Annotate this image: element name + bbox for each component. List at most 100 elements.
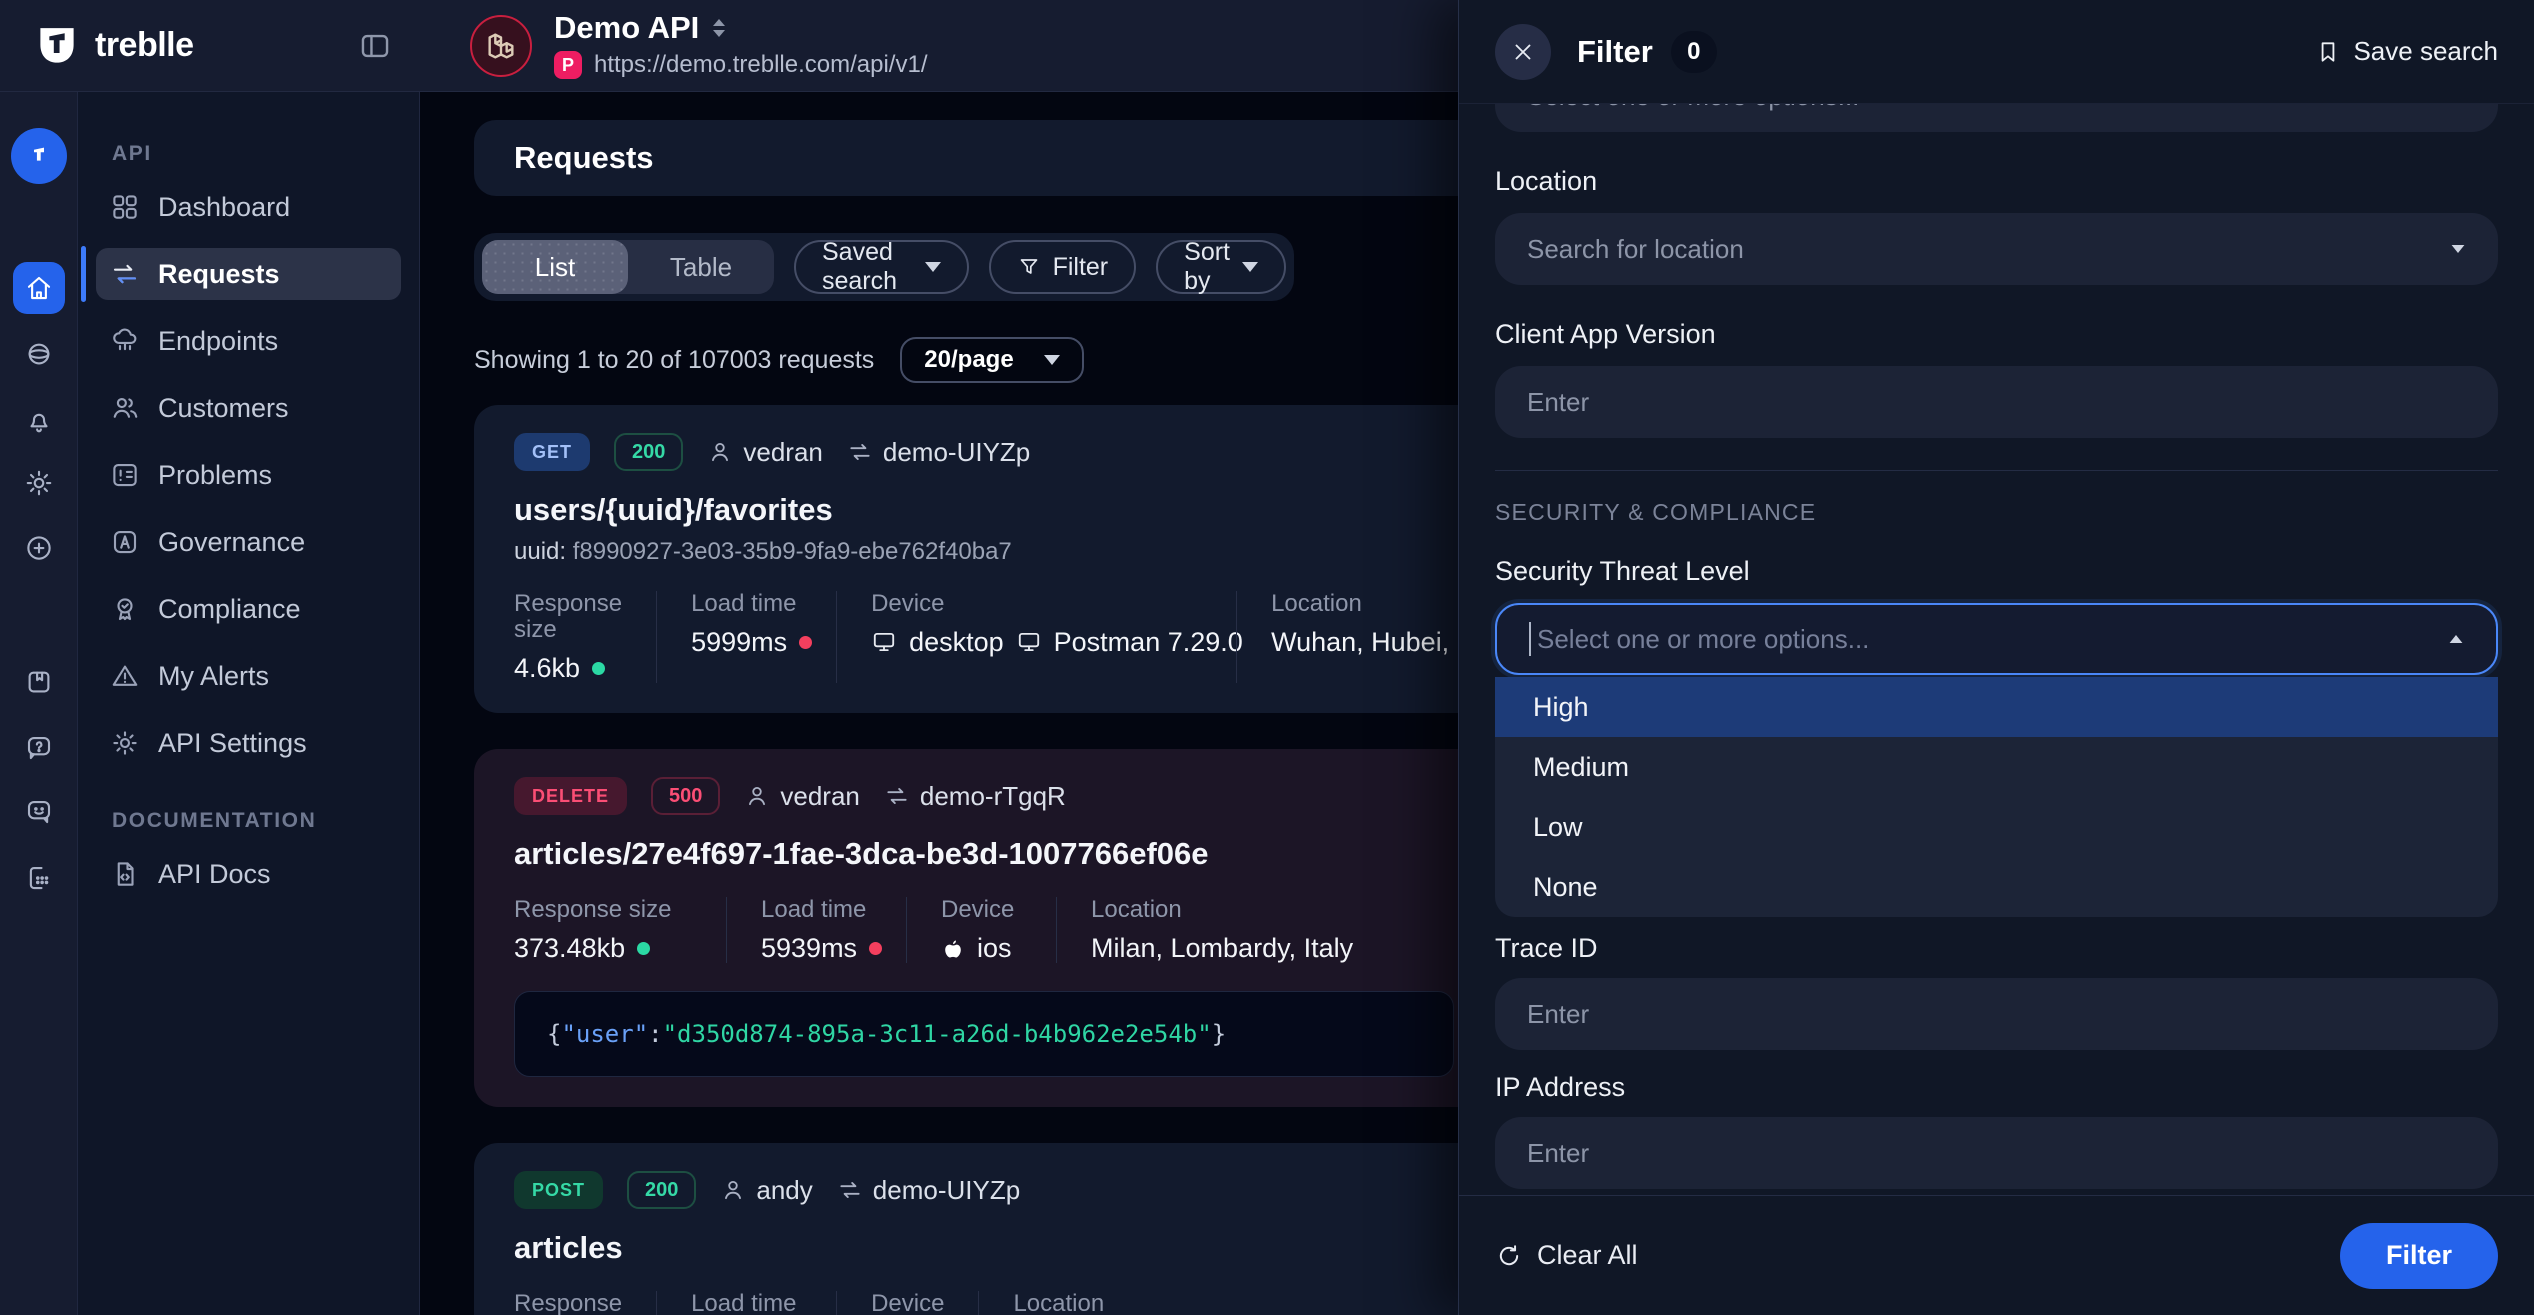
requests-arrows-icon [110, 259, 140, 289]
request-body-preview: {"user":"d350d874-895a-3c11-a26d-b4b962e… [514, 991, 1454, 1077]
customers-people-icon [110, 393, 140, 423]
filter-count-badge: 0 [1671, 31, 1717, 73]
api-switcher-icon[interactable] [713, 19, 725, 37]
save-search-button[interactable]: Save search [2315, 36, 2498, 67]
sidebar-item-compliance[interactable]: Compliance [96, 583, 401, 635]
filter-panel-footer: Clear All Filter [1459, 1195, 2534, 1315]
request-card[interactable]: POST 200 andy demo-UIYZp articles Respon… [474, 1143, 1494, 1315]
request-api: demo-UIYZp [837, 1175, 1020, 1206]
sidebar-item-label: Governance [158, 527, 305, 558]
method-badge: GET [514, 433, 590, 471]
security-threat-level-label: Security Threat Level [1495, 556, 2498, 587]
sidebar-item-label: API Settings [158, 728, 307, 759]
dashboard-grid-icon [110, 192, 140, 222]
request-path: articles/27e4f697-1fae-3dca-be3d-1007766… [514, 837, 1454, 871]
swap-arrows-icon [847, 439, 873, 465]
sidebar-item-governance[interactable]: Governance [96, 516, 401, 568]
bookmarks-icon[interactable] [24, 667, 54, 697]
endpoints-cloud-icon [110, 326, 140, 356]
view-toggle-table[interactable]: Table [628, 240, 774, 294]
request-api: demo-rTgqR [884, 781, 1066, 812]
api-docs-icon [110, 859, 140, 889]
integrations-device-icon[interactable] [24, 863, 54, 893]
treblle-logo-icon [34, 23, 80, 69]
per-page-select[interactable]: 20/page [900, 337, 1083, 383]
stat-device: Device desktop Postman 7.29.0 [836, 591, 1236, 683]
brand: treblle [0, 0, 420, 91]
filter-panel: Filter 0 Save search Select one or more … [1458, 0, 2534, 1315]
page-title-card: Requests [474, 120, 1494, 196]
sidebar-item-label: Problems [158, 460, 272, 491]
api-title[interactable]: Demo API [554, 12, 699, 43]
security-threat-level-select[interactable]: Select one or more options... [1495, 603, 2498, 675]
sidebar-item-my-alerts[interactable]: My Alerts [96, 650, 401, 702]
stat-load-time: Load time 5999ms [656, 591, 836, 683]
dropdown-option-none[interactable]: None [1495, 857, 2498, 917]
sidebar-item-api-settings[interactable]: API Settings [96, 717, 401, 769]
request-user: andy [720, 1175, 812, 1206]
trace-id-input[interactable] [1495, 978, 2498, 1050]
method-badge: POST [514, 1171, 603, 1209]
status-badge: 200 [627, 1171, 696, 1209]
sidebar-item-requests[interactable]: Requests [96, 248, 401, 300]
settings-gear-icon[interactable] [24, 468, 54, 498]
sidebar-item-endpoints[interactable]: Endpoints [96, 315, 401, 367]
status-badge: 200 [614, 433, 683, 471]
home-icon[interactable] [13, 262, 65, 314]
stat-load-time: Load time 5879ms [656, 1291, 836, 1315]
client-app-version-input[interactable] [1495, 366, 2498, 438]
sidebar-item-problems[interactable]: Problems [96, 449, 401, 501]
stat-response-size: Response size 4.6kb [514, 591, 656, 683]
monitor-icon [1016, 629, 1042, 655]
filter-panel-title: Filter [1577, 34, 1653, 70]
feedback-smiley-icon[interactable] [24, 797, 54, 827]
status-dot-red [869, 942, 882, 955]
saved-search-button[interactable]: Saved search [794, 240, 969, 294]
threat-level-dropdown-menu: High Medium Low None [1495, 677, 2498, 917]
nav-section-documentation: DOCUMENTATION [112, 809, 401, 833]
request-card[interactable]: DELETE 500 vedran demo-rTgqR articles/27… [474, 749, 1494, 1107]
status-dot-green [637, 942, 650, 955]
sidebar-collapse-icon[interactable] [358, 29, 392, 63]
sidebar-item-customers[interactable]: Customers [96, 382, 401, 434]
notifications-bell-icon[interactable] [24, 405, 54, 435]
filter-panel-header: Filter 0 Save search [1459, 0, 2534, 104]
brand-name: treblle [95, 26, 194, 65]
icon-rail [0, 92, 78, 1315]
request-card[interactable]: GET 200 vedran demo-UIYZp users/{uuid}/f… [474, 405, 1494, 713]
ip-address-input[interactable] [1495, 1117, 2498, 1189]
toolbar: List Table Saved search Filter Sort by [474, 233, 1294, 301]
request-path: articles [514, 1231, 1454, 1265]
scrolled-select[interactable]: Select one or more options... [1495, 104, 2498, 132]
dropdown-option-medium[interactable]: Medium [1495, 737, 2498, 797]
apply-filter-button[interactable]: Filter [2340, 1223, 2498, 1289]
sidebar-item-api-docs[interactable]: API Docs [96, 848, 401, 900]
workspace-logo-icon[interactable] [11, 128, 67, 184]
stat-load-time: Load time 5939ms [726, 897, 906, 963]
client-app-version-label: Client App Version [1495, 319, 2498, 350]
view-toggle-list[interactable]: List [482, 240, 628, 294]
user-icon [744, 783, 770, 809]
sidebar-item-dashboard[interactable]: Dashboard [96, 181, 401, 233]
laravel-avatar-icon [470, 15, 532, 77]
api-hub-icon[interactable] [24, 339, 54, 369]
filter-button[interactable]: Filter [989, 240, 1137, 294]
problems-list-icon [110, 460, 140, 490]
chevron-up-icon [2450, 635, 2463, 643]
close-icon[interactable] [1495, 24, 1551, 80]
add-plus-icon[interactable] [24, 533, 54, 563]
chevron-down-icon [2452, 245, 2465, 253]
app-root: treblle Demo API [0, 0, 2534, 1315]
dropdown-option-high[interactable]: High [1495, 677, 2498, 737]
status-dot-green [592, 662, 605, 675]
dropdown-option-low[interactable]: Low [1495, 797, 2498, 857]
location-select[interactable]: Search for location [1495, 213, 2498, 285]
help-icon[interactable] [24, 733, 54, 763]
trace-id-label: Trace ID [1495, 933, 2498, 964]
api-base-url: https://demo.treblle.com/api/v1/ [594, 51, 928, 79]
sort-by-button[interactable]: Sort by [1156, 240, 1286, 294]
swap-arrows-icon [884, 783, 910, 809]
filter-panel-body: Select one or more options... Location S… [1459, 104, 2534, 1195]
user-icon [707, 439, 733, 465]
clear-all-button[interactable]: Clear All [1495, 1240, 1638, 1271]
